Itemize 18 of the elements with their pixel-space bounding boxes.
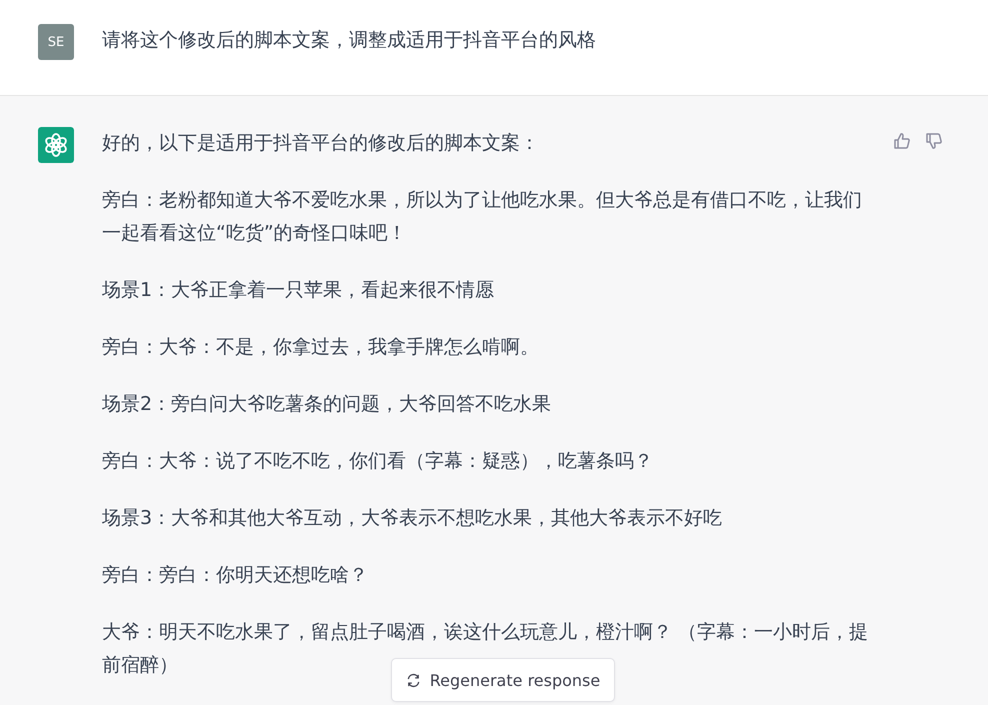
response-text-line: 一起看看这位“吃货”的奇怪口味吧！ xyxy=(102,222,407,244)
thumbs-down-icon[interactable] xyxy=(924,131,944,151)
response-text-line: 场景3：大爷和其他大爷互动，大爷表示不想吃水果，其他大爷表示不好吃 xyxy=(102,507,722,529)
user-message: 请将这个修改后的脚本文案，调整成适用于抖音平台的风格 xyxy=(102,28,596,53)
assistant-logo-icon xyxy=(38,127,74,163)
response-text-line: 大爷：明天不吃水果了，留点肚子喝酒，诶这什么玩意儿，橙汁啊？ （字幕：一小时后，提 xyxy=(102,621,868,643)
response-text-line: 旁白：旁白：你明天还想吃啥？ xyxy=(102,564,368,586)
response-text-line: 旁白：大爷：说了不吃不吃，你们看（字幕：疑惑），吃薯条吗？ xyxy=(102,450,653,472)
response-text-line: 旁白：老粉都知道大爷不爱吃水果，所以为了让他吃水果。但大爷总是有借口不吃，让我们 xyxy=(102,189,862,211)
regenerate-button[interactable]: Regenerate response xyxy=(391,658,615,702)
response-text-line: 好的，以下是适用于抖音平台的修改后的脚本文案： xyxy=(102,132,539,154)
thumbs-up-icon[interactable] xyxy=(892,131,912,151)
response-text-line: 场景1：大爷正拿着一只苹果，看起来很不情愿 xyxy=(102,279,494,301)
response-text-line: 旁白：大爷：不是，你拿过去，我拿手牌怎么啃啊。 xyxy=(102,336,539,358)
response-text-line: 前宿醉） xyxy=(102,654,178,676)
response-text-line: 场景2：旁白问大爷吃薯条的问题，大爷回答不吃水果 xyxy=(102,393,552,415)
user-avatar: SE xyxy=(38,24,74,60)
refresh-icon xyxy=(406,672,421,688)
